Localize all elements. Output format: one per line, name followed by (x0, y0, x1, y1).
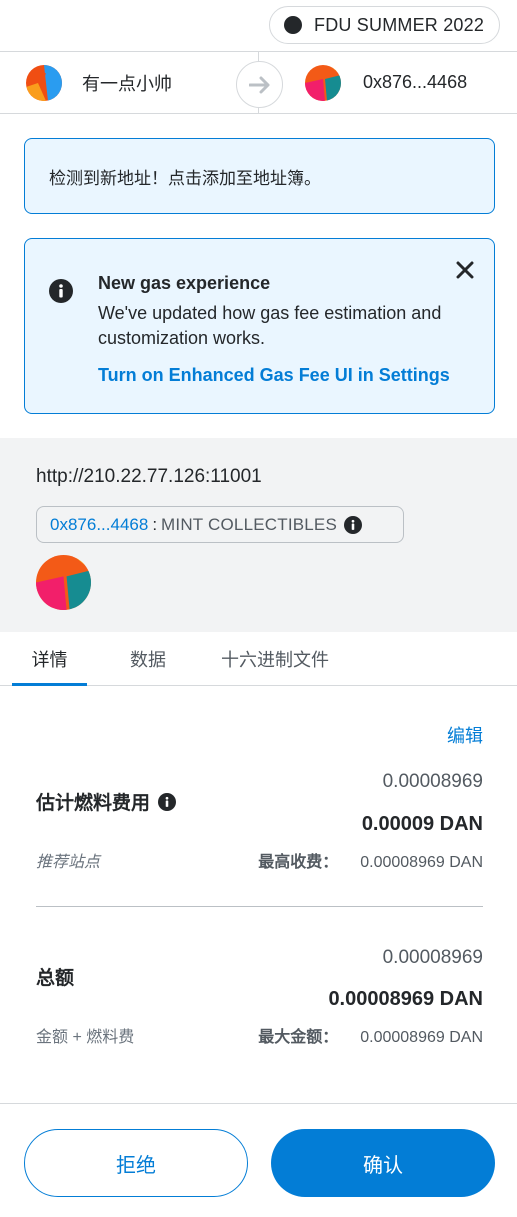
gas-experience-alert: New gas experience We've updated how gas… (24, 238, 495, 414)
gas-fee-secondary: 0.00008969 (382, 771, 483, 792)
network-selector[interactable]: FDU SUMMER 2022 (269, 6, 500, 44)
contract-address-link[interactable]: 0x876...4468 (50, 515, 148, 535)
method-separator: : (152, 514, 158, 534)
new-address-alert[interactable]: 检测到新地址！点击添加至地址簿。 (24, 138, 495, 214)
method-info-icon[interactable] (344, 515, 363, 534)
confirm-button[interactable]: 确认 (271, 1129, 495, 1197)
total-max-amount: 最大金额： 0.00008969 DAN (258, 1023, 483, 1047)
contract-avatar-icon (36, 555, 91, 610)
gas-max-fee-value: 0.00008969 DAN (360, 854, 483, 871)
enhanced-gas-settings-link[interactable]: Turn on Enhanced Gas Fee UI in Settings (98, 365, 450, 386)
sender-name: 有一点小帅 (82, 73, 172, 94)
recipient-address: 0x876...4468 (363, 72, 468, 92)
transaction-origin: http://210.22.77.126:11001 0x876...4468 … (0, 438, 517, 632)
close-icon[interactable] (456, 261, 474, 284)
gas-alert-description: We've updated how gas fee estimation and… (98, 303, 442, 348)
gas-site-suggested: 推荐站点 (36, 854, 101, 871)
total-max-amount-label: 最大金额： (258, 1029, 339, 1046)
origin-url: http://210.22.77.126:11001 (36, 466, 262, 487)
total-sublabel: 金额 + 燃料费 (36, 1029, 135, 1046)
total-secondary: 0.00008969 (382, 947, 483, 968)
tab-bar: 详情 数据 十六进制文件 (0, 632, 517, 686)
total-max-amount-value: 0.00008969 DAN (360, 1029, 483, 1046)
total-primary: 0.00008969 DAN (328, 988, 483, 1010)
tab-data[interactable]: 数据 (112, 632, 184, 686)
reject-button[interactable]: 拒绝 (24, 1129, 248, 1197)
method-name: MINT COLLECTIBLES (161, 514, 338, 534)
gas-fee-info-icon[interactable] (158, 792, 177, 811)
sender-avatar-icon (26, 64, 62, 101)
sender-recipient-bar: 有一点小帅 0x876...4468 (0, 51, 517, 114)
new-address-alert-text: 检测到新地址！点击添加至地址簿。 (49, 168, 321, 188)
gas-fee-primary: 0.00009 DAN (361, 813, 483, 835)
details-divider (36, 906, 483, 907)
edit-gas-button[interactable]: 编辑 (447, 722, 483, 748)
gas-fee-label: 估计燃料费用 (36, 788, 177, 815)
sender[interactable]: 有一点小帅 (0, 52, 259, 113)
gas-max-fee: 最高收费： 0.00008969 DAN (258, 848, 483, 872)
recipient[interactable]: 0x876...4468 (259, 52, 517, 113)
footer: 拒绝 确认 (0, 1103, 517, 1217)
total-label: 总额 (36, 963, 74, 990)
network-name: FDU SUMMER 2022 (314, 14, 485, 35)
gas-max-fee-label: 最高收费： (258, 854, 339, 871)
info-icon (49, 279, 73, 308)
arrow-right-icon (236, 61, 283, 108)
gas-alert-title: New gas experience (98, 273, 271, 293)
network-status-icon (284, 16, 302, 34)
gas-fee-label-text: 估计燃料费用 (36, 793, 151, 814)
recipient-avatar-icon (305, 64, 341, 101)
contract-method-pill: 0x876...4468 : MINT COLLECTIBLES (36, 506, 404, 543)
total-label-text: 总额 (36, 968, 75, 989)
tab-details[interactable]: 详情 (12, 632, 87, 686)
tab-hex[interactable]: 十六进制文件 (210, 632, 340, 686)
